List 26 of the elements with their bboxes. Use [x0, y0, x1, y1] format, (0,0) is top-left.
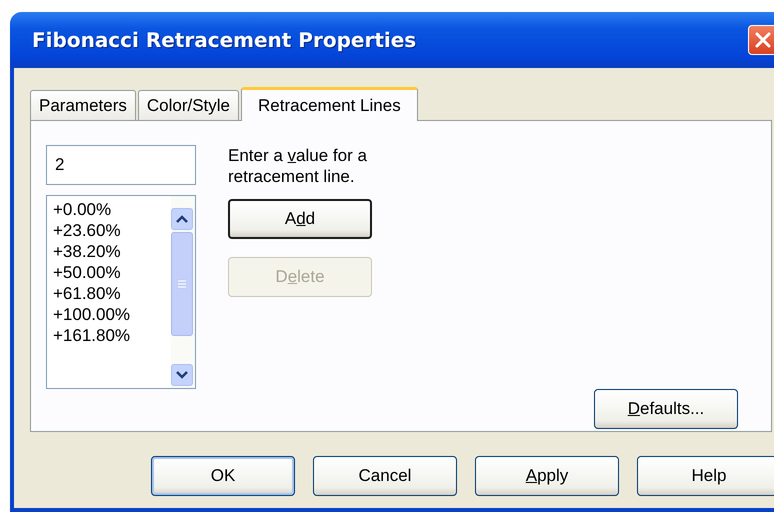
- tab[interactable]: Color/Style: [138, 90, 240, 120]
- list-item[interactable]: +161.80%: [53, 325, 171, 346]
- grip-icon: [177, 280, 187, 288]
- list-item[interactable]: +0.00%: [53, 199, 171, 220]
- add-button[interactable]: Add: [228, 199, 372, 239]
- dialog-button[interactable]: Help: [637, 456, 774, 496]
- scrollbar[interactable]: [171, 196, 195, 388]
- list-item[interactable]: +23.60%: [53, 220, 171, 241]
- tab[interactable]: Parameters: [30, 90, 136, 120]
- window-title: Fibonacci Retracement Properties: [32, 28, 416, 52]
- list-item[interactable]: +100.00%: [53, 304, 171, 325]
- dialog-button[interactable]: Cancel: [313, 456, 457, 496]
- scroll-up-button[interactable]: [171, 208, 193, 230]
- defaults-button[interactable]: Defaults...: [594, 389, 738, 429]
- tab[interactable]: Retracement Lines: [241, 87, 418, 121]
- dialog-button[interactable]: OK: [151, 456, 295, 496]
- close-icon: [754, 31, 772, 49]
- close-button[interactable]: [748, 25, 774, 55]
- scroll-thumb[interactable]: [171, 232, 193, 336]
- hint-text: Enter a value for a retracement line.: [228, 145, 368, 187]
- dialog-button[interactable]: Apply: [475, 456, 619, 496]
- scroll-down-button[interactable]: [171, 364, 193, 386]
- value-input[interactable]: 2: [46, 145, 196, 185]
- list-item[interactable]: +50.00%: [53, 262, 171, 283]
- list-item[interactable]: +61.80%: [53, 283, 171, 304]
- list-item[interactable]: +38.20%: [53, 241, 171, 262]
